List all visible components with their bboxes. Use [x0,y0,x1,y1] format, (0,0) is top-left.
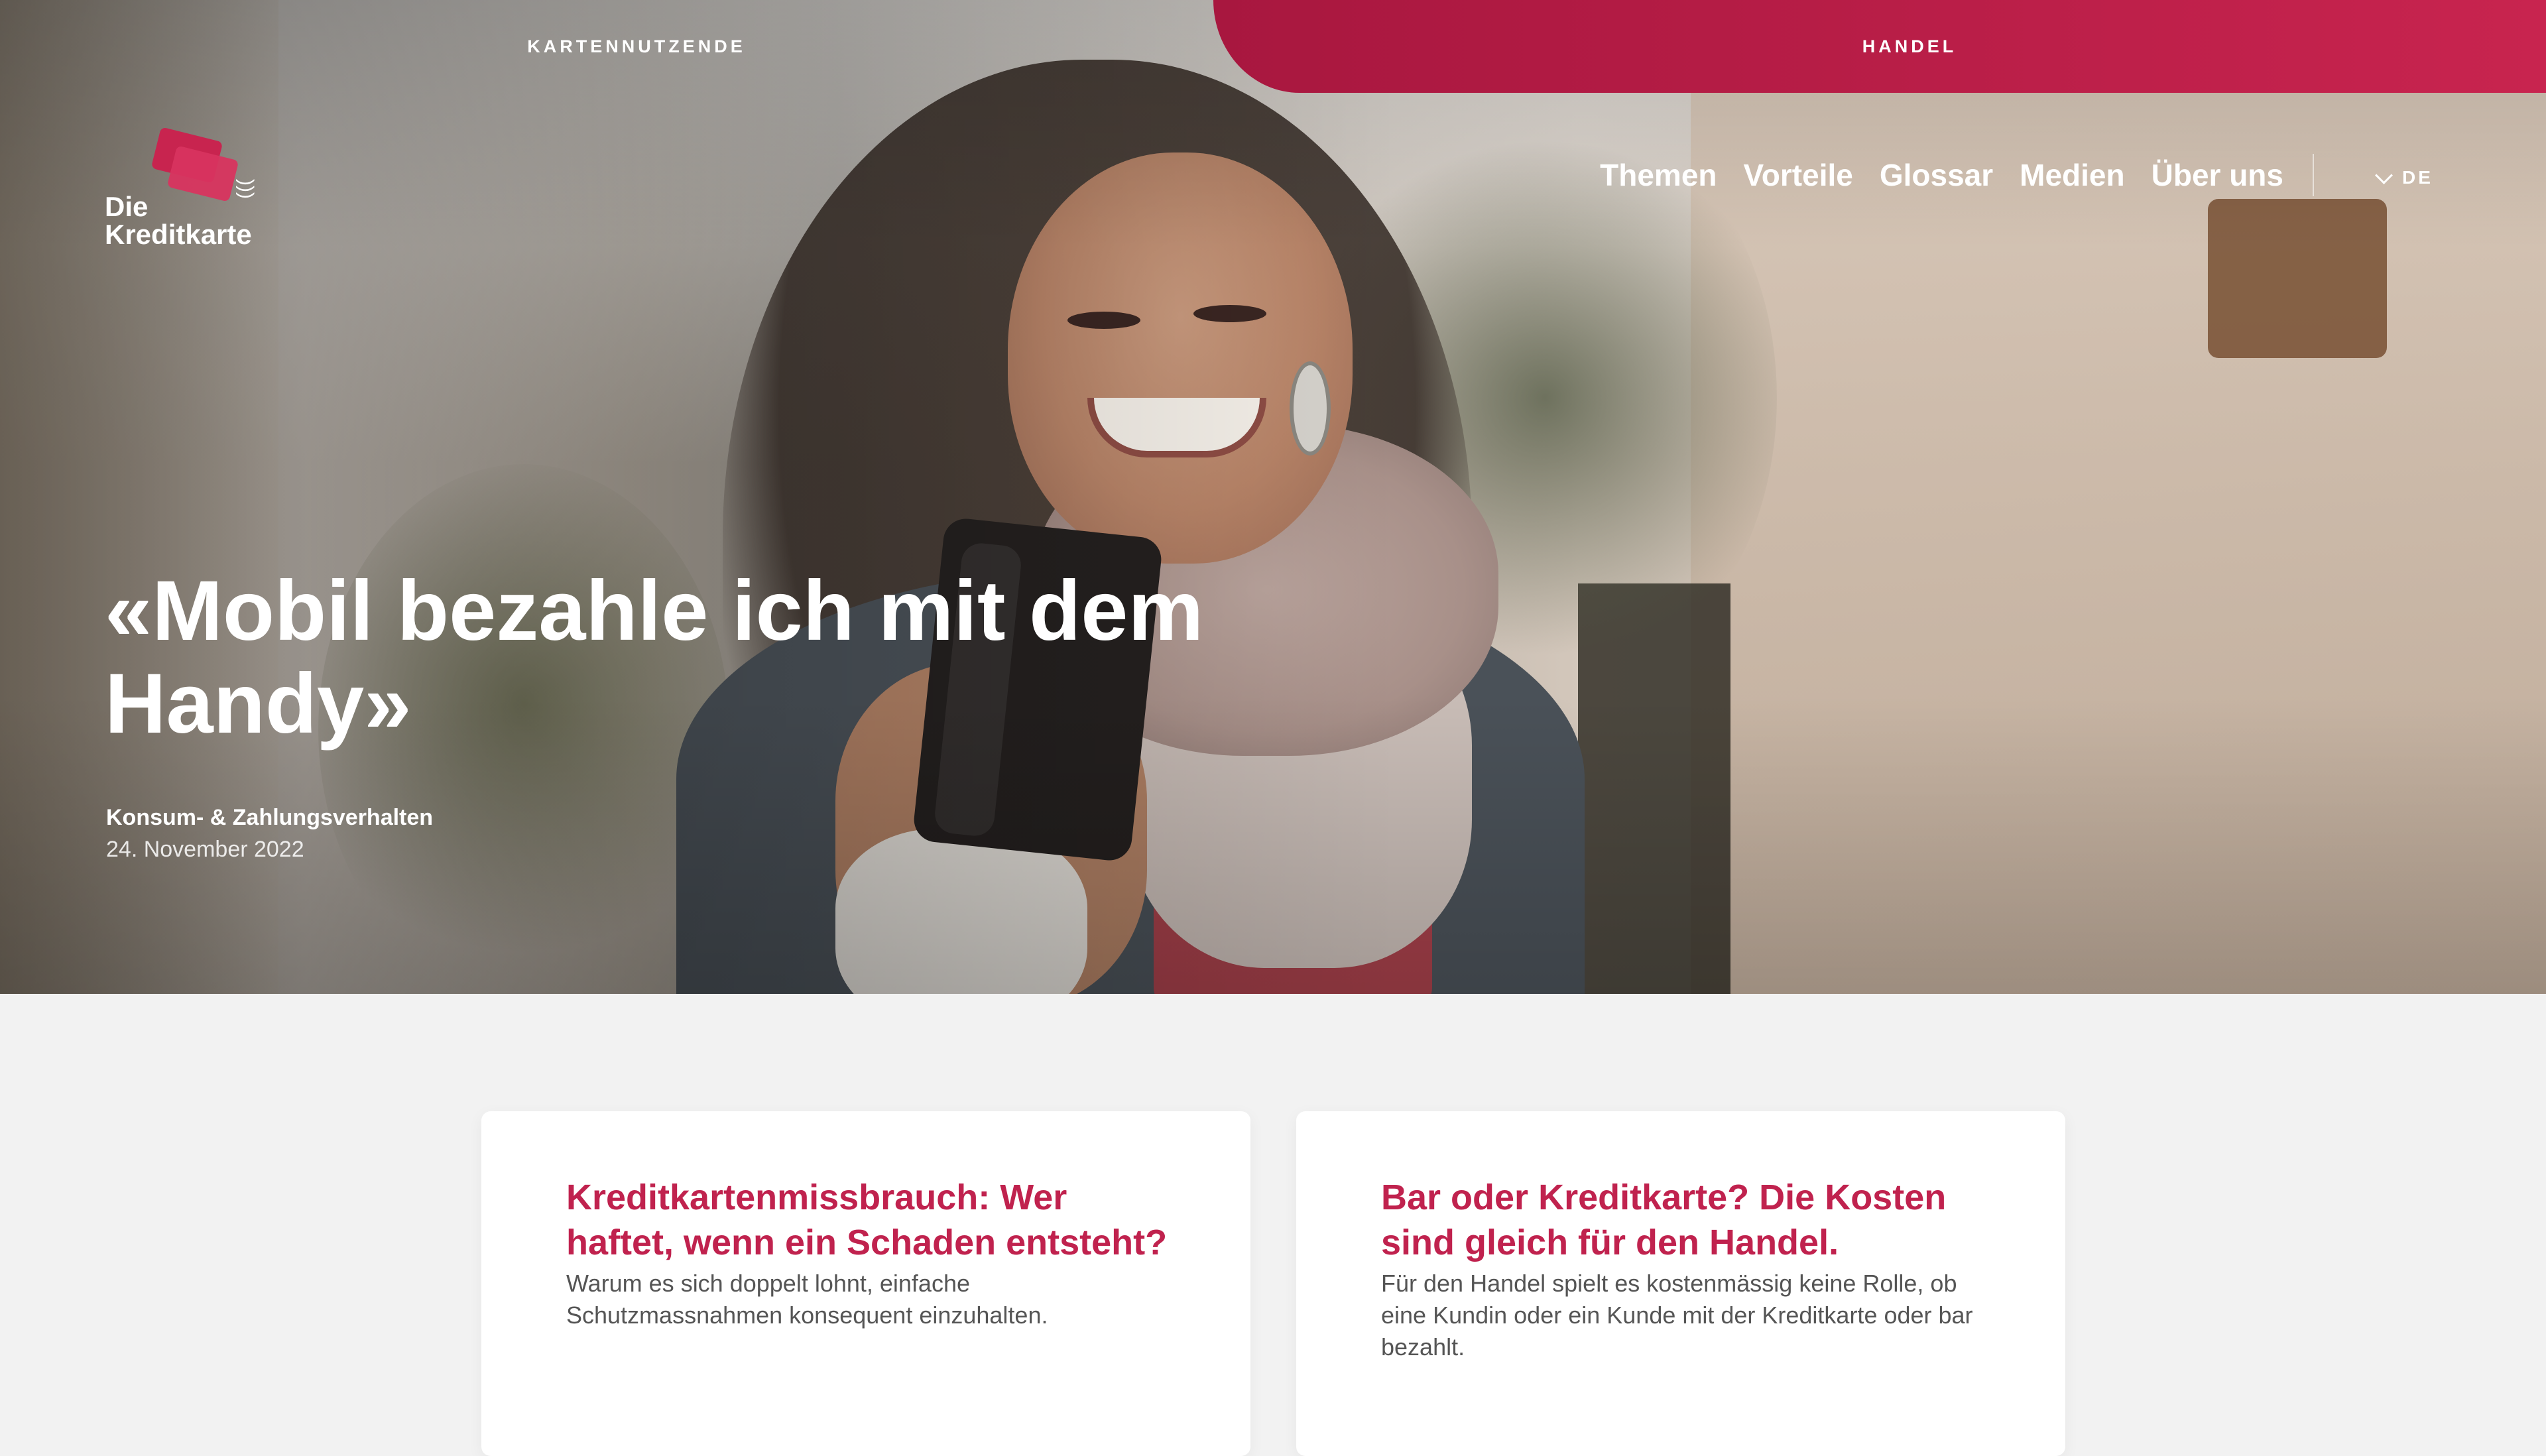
page-title: «Mobil bezahle ich mit dem Handy» [105,564,1204,751]
audience-switch: KARTENNUTZENDE HANDEL [0,0,2546,93]
article-card-title[interactable]: Bar oder Kreditkarte? Die Kosten sind gl… [1381,1175,1991,1265]
article-card-teaser: Für den Handel spielt es kostenmässig ke… [1381,1270,1973,1361]
nav-item-ueber-uns[interactable]: Über uns [2152,157,2283,193]
tab-handel[interactable]: HANDEL [1273,0,2546,93]
language-code: DE [2402,167,2433,188]
article-card[interactable]: Kreditkartenmissbrauch: Wer haftet, wenn… [481,1111,1250,1456]
logo-card-icon [166,145,239,202]
article-card-teaser: Warum es sich doppelt lohnt, einfache Sc… [566,1270,1048,1329]
nav-item-themen[interactable]: Themen [1600,157,1717,193]
nav-item-medien[interactable]: Medien [2020,157,2124,193]
contactless-icon: ))) [235,179,257,199]
hero-image [0,0,2546,994]
nav-item-vorteile[interactable]: Vorteile [1744,157,1853,193]
article-category[interactable]: Konsum- & Zahlungsverhalten [106,805,433,831]
logo-text-line2: Kreditkarte [105,219,252,250]
nav-divider [2313,154,2314,196]
article-card-title[interactable]: Kreditkartenmissbrauch: Wer haftet, wenn… [566,1175,1176,1265]
nav-item-glossar[interactable]: Glossar [1880,157,1993,193]
article-date: 24. November 2022 [106,837,304,862]
language-switcher[interactable]: DE [2375,166,2433,188]
logo-text-line1: Die [105,191,149,222]
article-card[interactable]: Bar oder Kreditkarte? Die Kosten sind gl… [1296,1111,2065,1456]
logo[interactable]: ))) Die Kreditkarte [105,127,277,260]
tab-kartennutzende[interactable]: KARTENNUTZENDE [0,0,1273,93]
main-nav: Themen Vorteile Glossar Medien Über uns [1573,154,2314,196]
chevron-down-icon [2375,166,2393,184]
